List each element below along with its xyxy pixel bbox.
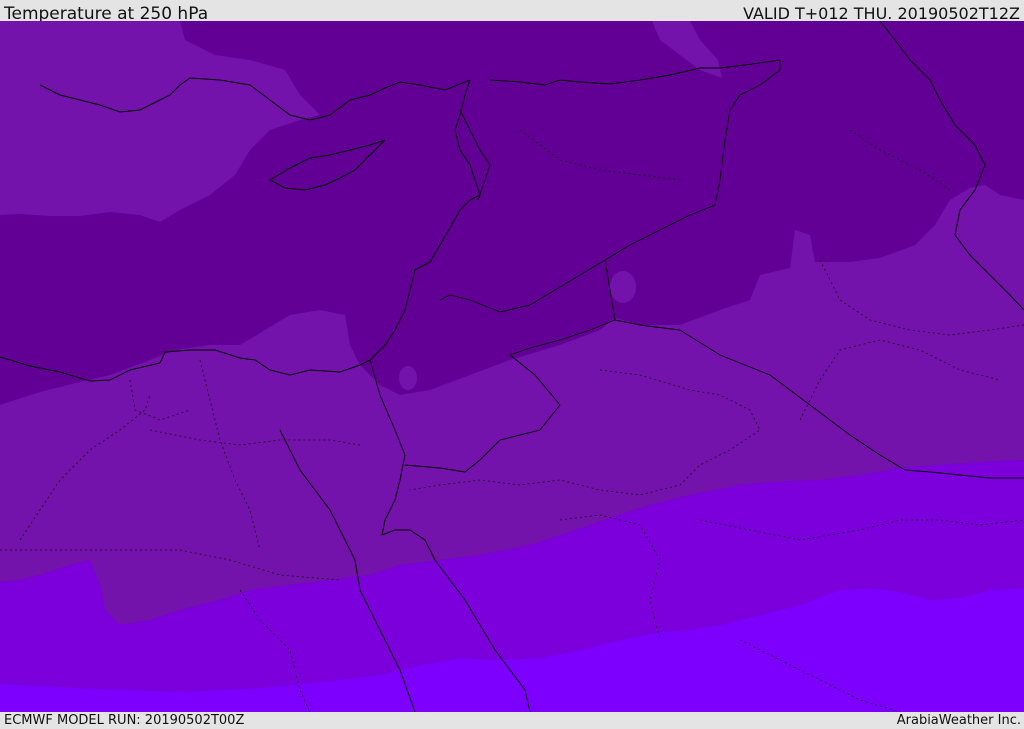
footer-bar: ECMWF MODEL RUN: 20190502T00Z ArabiaWeat… xyxy=(0,712,1024,729)
temperature-spot xyxy=(399,366,417,390)
temperature-map-svg xyxy=(0,21,1024,712)
temperature-spot-iraq xyxy=(610,271,636,303)
map-canvas xyxy=(0,21,1024,712)
model-run-label: ECMWF MODEL RUN: 20190502T00Z xyxy=(4,713,245,728)
credit-label: ArabiaWeather Inc. xyxy=(896,713,1021,728)
map-figure: Temperature at 250 hPa VALID T+012 THU. … xyxy=(0,0,1024,729)
header-bar: Temperature at 250 hPa VALID T+012 THU. … xyxy=(0,0,1024,24)
